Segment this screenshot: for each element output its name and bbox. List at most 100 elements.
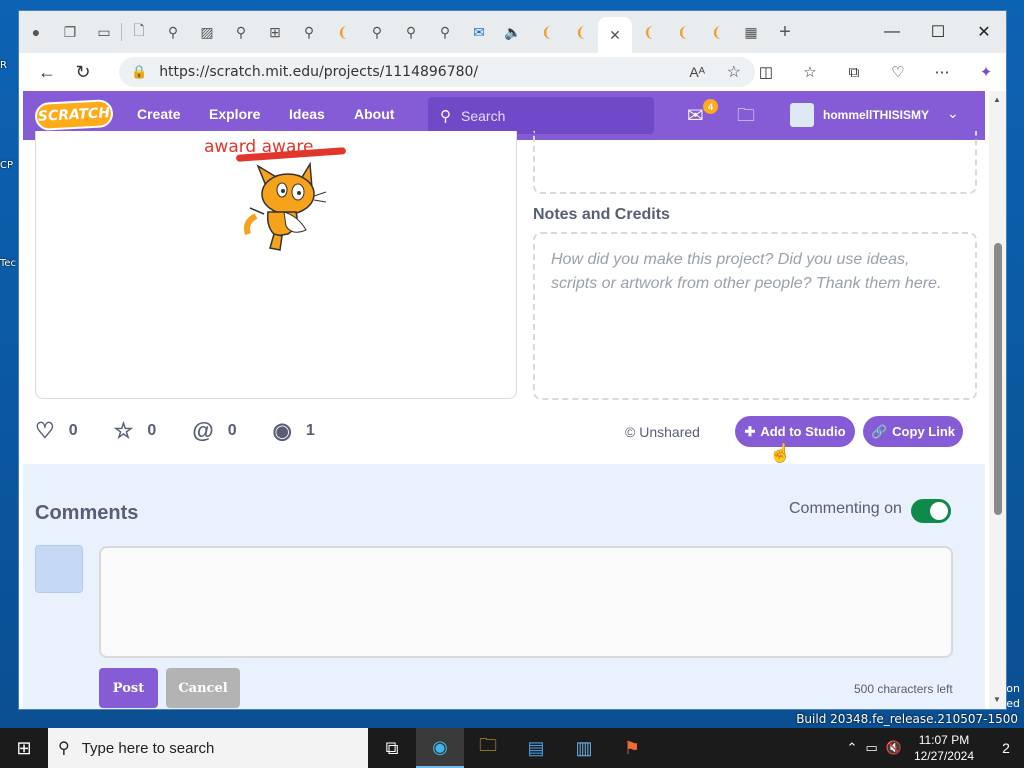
search-input[interactable]: ⚲ Search <box>428 97 654 134</box>
app-window-icon[interactable]: ▥ <box>560 728 608 768</box>
scroll-up-icon[interactable]: ▲ <box>993 95 1001 104</box>
tab-search-icon[interactable]: ⚲ <box>156 16 190 48</box>
commenting-toggle[interactable] <box>911 499 951 523</box>
comment-textarea[interactable] <box>99 546 953 658</box>
url-text[interactable]: https://scratch.mit.edu/projects/1114896… <box>159 64 478 80</box>
username[interactable]: hommellTHISISMY <box>823 108 929 122</box>
user-avatar[interactable] <box>790 103 814 127</box>
tab-scratch-icon[interactable]: ❨ <box>700 16 734 48</box>
project-stage[interactable]: award aware <box>35 131 517 399</box>
tab-scratch-icon[interactable]: ❨ <box>666 16 700 48</box>
search-placeholder: Search <box>461 107 506 124</box>
tab-search-icon[interactable]: ⚲ <box>428 16 462 48</box>
search-icon: ⚲ <box>58 740 70 757</box>
workspaces-icon[interactable]: ❐ <box>53 16 87 48</box>
add-to-studio-label: Add to Studio <box>760 424 846 439</box>
tab-page-icon[interactable]: 🗋 <box>122 16 156 48</box>
volume-muted-icon[interactable]: 🔇 <box>886 740 902 756</box>
notifications-icon[interactable]: 2 <box>988 728 1024 768</box>
scratch-cat-sprite <box>244 161 327 251</box>
tab-audio-icon[interactable]: 🔈 <box>496 16 530 48</box>
windows-start-icon[interactable]: ⊞ <box>0 728 48 768</box>
view-count: 1 <box>305 422 315 439</box>
love-stat[interactable]: ♡ 0 <box>35 418 78 444</box>
nav-about[interactable]: About <box>354 106 394 122</box>
link-icon: 🔗 <box>870 423 888 439</box>
commenting-label: Commenting on <box>789 500 902 517</box>
server-manager-icon[interactable]: ▤ <box>512 728 560 768</box>
taskbar-search-input[interactable]: ⚲ Type here to search <box>48 728 368 768</box>
clock[interactable]: 11:07 PM 12/27/2024 <box>914 732 974 764</box>
tab-scratch-icon[interactable]: ❨ <box>564 16 598 48</box>
file-explorer-icon[interactable]: 🗀 <box>464 728 512 768</box>
scroll-down-icon[interactable]: ▼ <box>993 695 1001 704</box>
nav-ideas[interactable]: Ideas <box>289 106 325 122</box>
instructions-box[interactable] <box>533 131 977 194</box>
read-aloud-icon[interactable]: Aᴬ <box>689 64 705 80</box>
tab-search-icon[interactable]: ⚲ <box>224 16 258 48</box>
edge-browser-icon[interactable]: ◉ <box>416 728 464 768</box>
profile-icon[interactable]: ● <box>19 16 53 48</box>
tab-image-icon[interactable]: ▨ <box>190 16 224 48</box>
favorite-stat[interactable]: ☆ 0 <box>114 418 157 444</box>
desktop-side-text: on <box>1006 682 1020 695</box>
scratch-page: SCRATCH Create Explore Ideas About ⚲ Sea… <box>19 91 989 709</box>
tab-windows-icon[interactable]: ⊞ <box>258 16 292 48</box>
tab-search-icon[interactable]: ⚲ <box>292 16 326 48</box>
task-view-icon[interactable]: ⧉ <box>368 728 416 768</box>
nav-create[interactable]: Create <box>137 106 181 122</box>
close-window-button[interactable]: ✕ <box>961 11 1006 53</box>
tab-outlook-icon[interactable]: ✉ <box>462 16 496 48</box>
collections-icon[interactable]: ⧉ <box>837 53 871 91</box>
clock-time: 11:07 PM <box>918 733 970 747</box>
add-to-studio-button[interactable]: ✚ Add to Studio <box>735 416 855 447</box>
browser-essentials-icon[interactable]: ♡ <box>881 53 915 91</box>
message-count-badge: 4 <box>703 99 718 114</box>
my-stuff-folder-icon[interactable]: 🗀 <box>737 103 755 133</box>
scratch-logo[interactable]: SCRATCH <box>34 98 114 132</box>
cancel-button[interactable]: Cancel <box>166 668 240 708</box>
tab-scratch-icon[interactable]: ❨ <box>632 16 666 48</box>
minimize-button[interactable]: — <box>869 11 915 53</box>
favorites-icon[interactable]: ☆ <box>793 53 827 91</box>
nav-explore[interactable]: Explore <box>209 106 260 122</box>
favorite-star-icon[interactable]: ☆ <box>727 62 741 82</box>
copilot-icon[interactable]: ✦ <box>969 53 1003 91</box>
desktop-icon-label[interactable]: Tec <box>0 258 18 269</box>
chevron-up-icon[interactable]: ⌃ <box>847 740 858 756</box>
notes-and-credits-field[interactable]: How did you make this project? Did you u… <box>533 232 977 400</box>
tab-strip: ● ❐ ▭ 🗋 ⚲ ▨ ⚲ ⊞ ⚲ ❨ ⚲ ⚲ ⚲ ✉ 🔈 ❨ ❨ ✕ ❨ ❨ … <box>19 11 1006 53</box>
lock-icon[interactable]: 🔒 <box>131 64 147 80</box>
back-arrow-icon[interactable]: ← <box>29 57 65 87</box>
star-icon[interactable]: ☆ <box>114 418 134 444</box>
tab-actions-icon[interactable]: ▭ <box>87 16 121 48</box>
chevron-down-icon[interactable]: ⌄ <box>947 105 959 122</box>
maximize-button[interactable]: ☐ <box>915 11 961 53</box>
desktop-icon-label[interactable]: CP <box>0 160 18 171</box>
tab-search-icon[interactable]: ⚲ <box>360 16 394 48</box>
tab-close-icon[interactable]: ✕ <box>609 27 621 44</box>
tab-search-icon[interactable]: ⚲ <box>394 16 428 48</box>
tab-scratch-icon[interactable]: ❨ <box>326 16 360 48</box>
scrollbar-thumb[interactable] <box>994 243 1002 515</box>
page-scrollbar[interactable]: ▲ ▼ <box>989 91 1006 709</box>
address-bar[interactable]: 🔒 https://scratch.mit.edu/projects/11148… <box>119 57 755 87</box>
split-screen-icon[interactable]: ◫ <box>749 53 783 91</box>
windows-flag-icon[interactable]: ⚑ <box>608 728 656 768</box>
refresh-icon[interactable]: ↻ <box>65 57 101 87</box>
new-tab-button[interactable]: + <box>768 16 802 48</box>
copy-link-button[interactable]: 🔗 Copy Link <box>863 416 963 447</box>
tab-calendar-icon[interactable]: ▦ <box>734 16 768 48</box>
heart-icon[interactable]: ♡ <box>35 418 55 444</box>
tab-scratch-icon[interactable]: ❨ <box>530 16 564 48</box>
windows-taskbar: ⊞ ⚲ Type here to search ⧉ ◉ 🗀 ▤ ▥ ⚑ ⌃ ▭ … <box>0 728 1024 768</box>
messages-icon[interactable]: ✉ <box>687 103 704 128</box>
notification-count: 2 <box>1002 740 1010 756</box>
love-count: 0 <box>68 422 78 439</box>
post-button[interactable]: Post <box>99 668 158 708</box>
more-menu-icon[interactable]: ⋯ <box>925 53 959 91</box>
desktop-icon-label[interactable]: R <box>0 60 18 71</box>
network-icon[interactable]: ▭ <box>865 740 877 756</box>
remix-count: 0 <box>227 422 237 439</box>
active-tab[interactable]: ✕ <box>598 17 632 53</box>
